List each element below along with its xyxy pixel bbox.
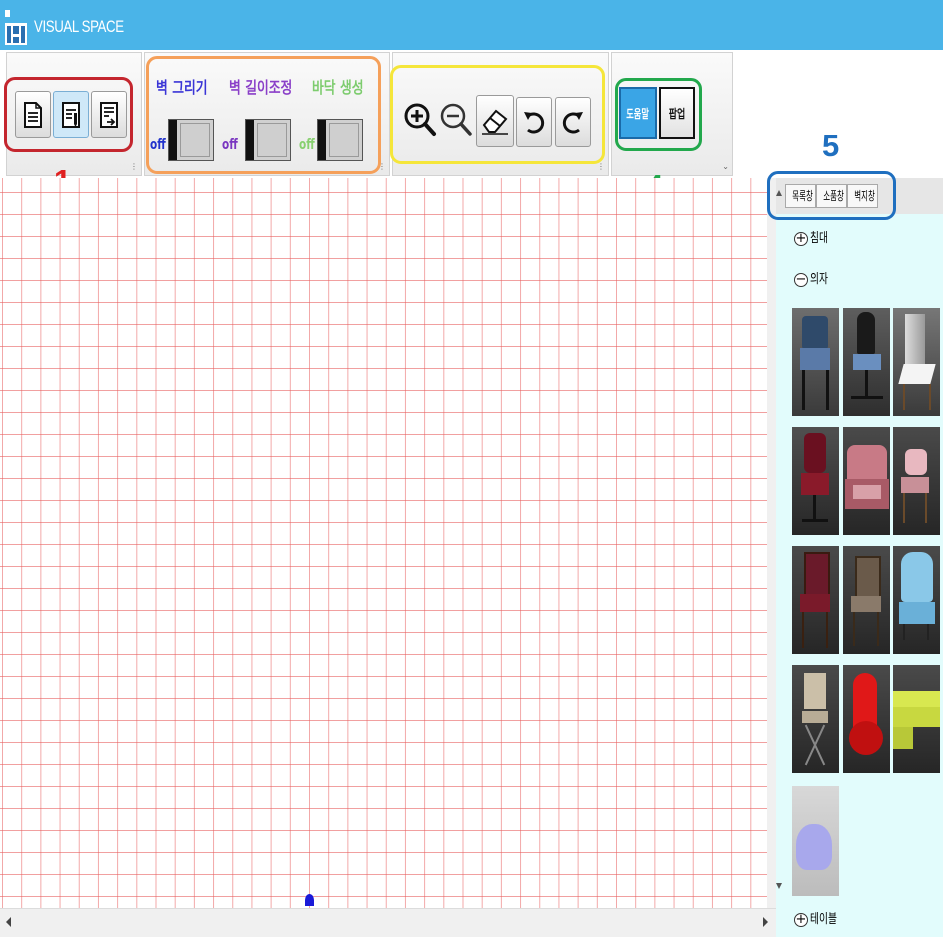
blue-chair-thumbnail[interactable]	[792, 308, 839, 416]
red-wave-chair-thumbnail[interactable]	[843, 665, 890, 773]
lavender-beanbag-thumbnail[interactable]	[792, 786, 839, 896]
group-options-icon[interactable]: ⋮	[130, 163, 138, 171]
office-chair-thumbnail[interactable]	[843, 308, 890, 416]
category-chair[interactable]: 의자	[810, 272, 828, 288]
folding-chair-thumbnail[interactable]	[792, 665, 839, 773]
panel-scroll-down-icon[interactable]	[776, 883, 782, 889]
origin-marker	[305, 894, 314, 906]
floor-plan-canvas[interactable]	[0, 178, 767, 908]
collapse-chair-icon[interactable]: −	[794, 273, 808, 287]
file-group-highlight	[4, 77, 133, 152]
red-office-chair-thumbnail[interactable]	[792, 427, 839, 535]
panel-tabs-number: 5	[822, 128, 840, 163]
group-options-icon[interactable]: ⋮	[597, 163, 605, 171]
scroll-right-icon[interactable]	[762, 917, 768, 927]
red-dining-chair-thumbnail[interactable]	[792, 546, 839, 654]
wall-group-highlight	[146, 56, 381, 174]
pink-armchair-thumbnail[interactable]	[843, 427, 890, 535]
group-options-icon[interactable]: ⌄	[722, 163, 729, 171]
category-bed[interactable]: 침대	[810, 231, 828, 247]
pink-cushion-chair-thumbnail[interactable]	[893, 427, 940, 535]
expand-table-icon[interactable]: +	[794, 913, 808, 927]
wooden-chair-thumbnail[interactable]	[843, 546, 890, 654]
title-bar: VISUAL SPACE	[0, 0, 943, 50]
expand-bed-icon[interactable]: +	[794, 232, 808, 246]
white-chair-thumbnail[interactable]	[893, 308, 940, 416]
blue-wing-chair-thumbnail[interactable]	[893, 546, 940, 654]
panel-tabs-highlight	[767, 171, 896, 220]
canvas-horizontal-scrollbar[interactable]	[0, 908, 776, 937]
app-title: VISUAL SPACE	[34, 17, 124, 36]
yellow-sofa-thumbnail[interactable]	[893, 665, 940, 773]
canvas-vertical-scrollbar[interactable]	[767, 178, 776, 908]
view-group-highlight	[390, 65, 605, 164]
visual-space-logo-icon	[5, 10, 27, 45]
help-group-highlight	[615, 78, 702, 151]
category-table[interactable]: 테이블	[810, 912, 837, 928]
scroll-left-icon[interactable]	[6, 917, 12, 927]
